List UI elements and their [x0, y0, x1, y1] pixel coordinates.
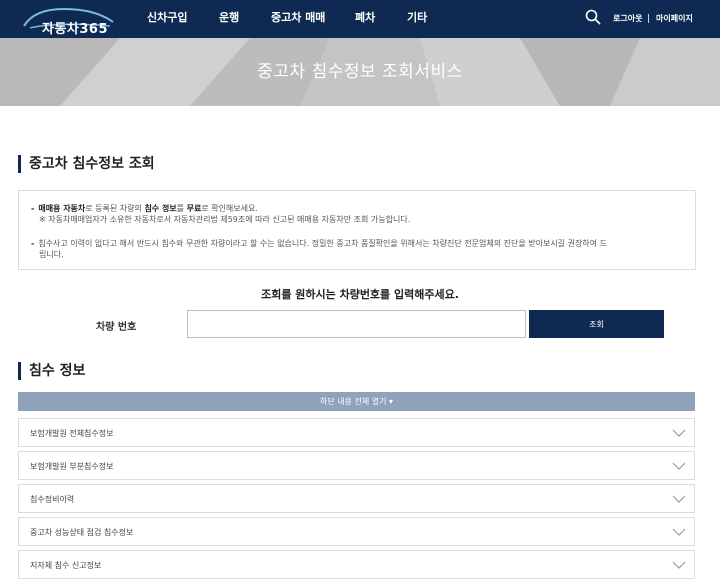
mypage-link[interactable]: 마이페이지: [656, 0, 693, 38]
chevron-down-icon: [672, 429, 686, 437]
accordion-item-label: 중고차 성능상태 점검 침수정보: [30, 528, 134, 537]
chevron-down-icon: [672, 528, 686, 536]
accordion-item-label: 침수정비이력: [30, 495, 75, 504]
page-title: 중고차 침수정보 조회서비스: [257, 62, 463, 82]
nav-etc[interactable]: 기타: [407, 0, 427, 38]
accordion-item-insurance-full-flood[interactable]: 보험개발원 전체침수정보: [18, 418, 695, 447]
notice-line-2: ※ 자동차매매업자가 소유한 자동차로서 자동차관리법 제59조에 따라 신고된…: [39, 215, 411, 224]
nav-scrap[interactable]: 폐차: [355, 0, 375, 38]
top-navigation-bar: 자동차365 신차구입 운행 중고차 매매 폐차 기타 로그아웃 마이페이지: [0, 0, 720, 38]
expand-all-button[interactable]: 하단 내용 전체 열기 ▾: [18, 392, 695, 411]
notice-box: - 매매용 자동차로 등록된 차량의 침수 정보를 무료로 확인해보세요. ※ 자…: [18, 190, 696, 270]
logout-link[interactable]: 로그아웃: [613, 0, 642, 38]
accordion-item-flood-repair-history[interactable]: 침수정비이력: [18, 484, 695, 513]
nav-new-car[interactable]: 신차구입: [147, 0, 187, 38]
notice-line-4: 립니다.: [39, 250, 64, 259]
search-icon[interactable]: [585, 9, 601, 25]
chevron-down-icon: [672, 495, 686, 503]
accordion-item-local-gov-flood-report[interactable]: 지자체 침수 신고정보: [18, 550, 695, 579]
nav-driving[interactable]: 운행: [219, 0, 239, 38]
plate-number-input[interactable]: [187, 310, 526, 338]
notice-line-1: - 매매용 자동차로 등록된 차량의 침수 정보를 무료로 확인해보세요.: [31, 204, 258, 213]
page-banner: 중고차 침수정보 조회서비스: [0, 38, 720, 106]
query-instruction: 조회를 원하시는 차량번호를 입력해주세요.: [261, 288, 459, 301]
accordion-item-insurance-partial-flood[interactable]: 보험개발원 부분침수정보: [18, 451, 695, 480]
accordion-item-performance-check-flood[interactable]: 중고차 성능상태 점검 침수정보: [18, 517, 695, 546]
nav-used-car[interactable]: 중고차 매매: [271, 0, 325, 38]
chevron-down-icon: [672, 462, 686, 470]
plate-number-label: 차량 번호: [96, 322, 137, 333]
util-divider: [648, 14, 649, 23]
logo-text: 자동차365: [42, 22, 109, 37]
lookup-section-title: 중고차 침수정보 조회: [18, 155, 155, 173]
accordion-item-label: 보험개발원 부분침수정보: [30, 462, 114, 471]
notice-line-3: - 침수사고 이력이 없다고 해서 반드시 침수와 무관한 차량이라고 할 수는 …: [31, 239, 607, 248]
accordion-item-label: 지자체 침수 신고정보: [30, 561, 102, 570]
flood-info-section-title: 침수 정보: [18, 362, 85, 380]
query-button[interactable]: 조회: [529, 310, 664, 338]
chevron-down-icon: [672, 561, 686, 569]
site-logo[interactable]: 자동차365: [20, 4, 116, 37]
accordion-item-label: 보험개발원 전체침수정보: [30, 429, 114, 438]
